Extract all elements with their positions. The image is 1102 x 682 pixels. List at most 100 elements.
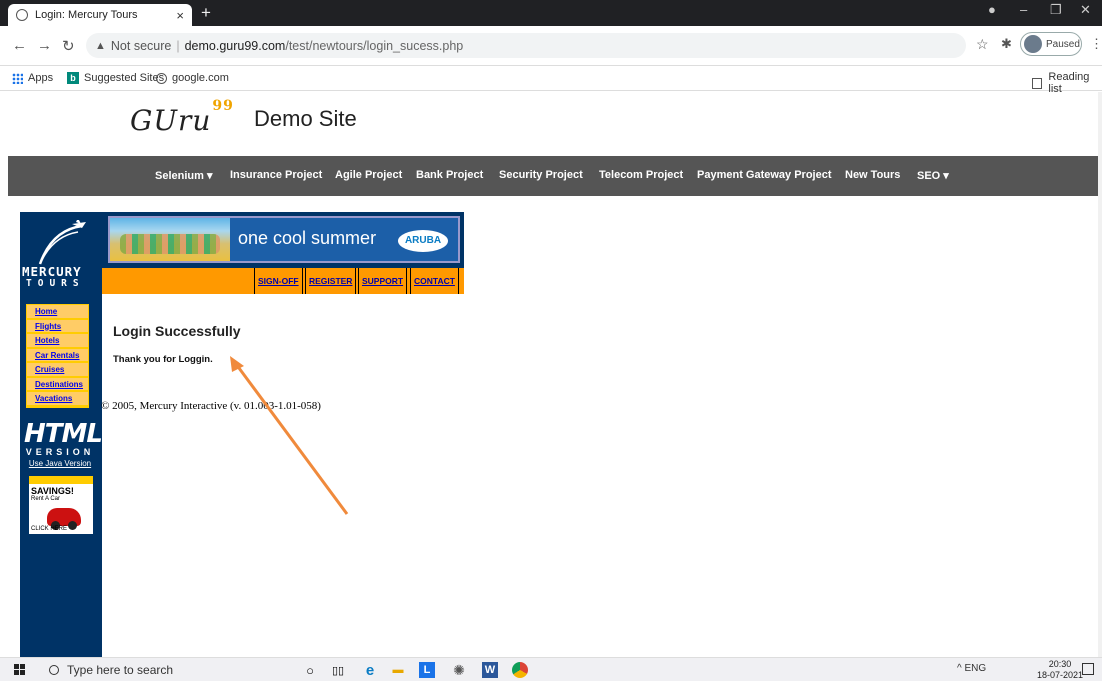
nav-agile-project[interactable]: Agile Project <box>335 169 402 181</box>
side-link-vacations[interactable]: Vacations <box>27 392 88 407</box>
tours-wordmark: TOURS <box>26 278 85 289</box>
browser-toolbar: ← → ↻ ▲ Not secure | demo.guru99.com /te… <box>0 26 1102 66</box>
minimize-icon[interactable]: – <box>1020 2 1027 17</box>
nav-telecom-project[interactable]: Telecom Project <box>599 169 683 181</box>
aruba-badge: ARUBA <box>398 230 448 252</box>
mercury-wordmark: MERCURY <box>22 264 82 279</box>
reading-list-icon <box>1032 77 1043 89</box>
chrome-icon[interactable] <box>512 662 528 678</box>
profile-label: Paused <box>1046 38 1080 50</box>
annotation-arrow-icon <box>230 356 349 515</box>
cortana-icon[interactable]: ○ <box>302 662 318 678</box>
nav-security-project[interactable]: Security Project <box>499 169 583 181</box>
html-big-text: HTML <box>24 419 103 449</box>
address-separator: | <box>176 38 180 53</box>
nav-seo[interactable]: SEO ▾ <box>917 169 949 182</box>
warning-icon: ▲ <box>95 39 106 52</box>
word-icon[interactable]: W <box>482 662 498 678</box>
profile-button[interactable]: Paused <box>1020 32 1082 56</box>
browser-tab[interactable]: Login: Mercury Tours × <box>8 4 192 26</box>
menu-kebab-icon[interactable]: ⋮ <box>1090 36 1102 52</box>
tab-close-icon[interactable]: × <box>176 8 184 23</box>
url-host: demo.guru99.com <box>184 38 286 53</box>
savings-ad[interactable]: SAVINGS! Rent A Car CLICK HERE <box>29 476 93 534</box>
url-path: /test/newtours/login_sucess.php <box>285 38 464 53</box>
beach-photo <box>110 218 230 261</box>
side-link-car-rentals[interactable]: Car Rentals <box>27 348 88 363</box>
task-view-icon[interactable]: ▯▯ <box>330 662 346 678</box>
promo-banner[interactable]: one cool summer ARUBA <box>102 212 464 268</box>
bookmark-label: Apps <box>28 72 54 84</box>
link-support[interactable]: SUPPORT <box>358 268 408 294</box>
edge-icon[interactable]: e <box>362 662 378 679</box>
logo-text: GUru <box>130 104 212 137</box>
bookmark-apps[interactable]: Apps <box>12 72 53 84</box>
version-text: VERSION <box>25 447 95 457</box>
globe-icon <box>156 72 167 84</box>
app-gear-icon[interactable]: ✺ <box>451 662 467 678</box>
taskbar-search-placeholder: Type here to search <box>67 663 174 677</box>
success-message: Thank you for Loggin. <box>113 354 213 365</box>
tab-title: Login: Mercury Tours <box>35 9 138 21</box>
nav-payment-gateway-project[interactable]: Payment Gateway Project <box>697 169 832 181</box>
system-tray[interactable]: ^ ENG <box>957 663 986 674</box>
mercury-left-column: MERCURY TOURS Home Flights Hotels Car Re… <box>20 212 103 657</box>
extensions-puzzle-icon[interactable]: ✱ <box>1001 36 1012 52</box>
address-bar[interactable]: ▲ Not secure | demo.guru99.com /test/new… <box>86 33 966 58</box>
bookmark-label: google.com <box>172 72 229 84</box>
banner-text: one cool summer <box>238 228 377 248</box>
html-version-badge: HTML VERSION Use Java Version <box>24 419 103 468</box>
nav-insurance-project[interactable]: Insurance Project <box>230 169 322 181</box>
security-label: Not secure <box>110 38 172 53</box>
search-icon <box>49 665 59 675</box>
mercury-tours-logo[interactable]: MERCURY TOURS <box>20 212 102 296</box>
file-explorer-icon[interactable]: ▬ <box>390 662 406 678</box>
guru99-logo[interactable]: GUru99 <box>130 98 234 137</box>
page-title: Login Successfully <box>113 323 241 339</box>
new-tab-button[interactable]: + <box>201 3 211 23</box>
notification-icon[interactable] <box>1082 663 1094 675</box>
apps-grid-icon <box>12 72 23 84</box>
taskbar-clock[interactable]: 20:30 18-07-2021 <box>1037 659 1083 681</box>
side-link-destinations[interactable]: Destinations <box>27 377 88 392</box>
restore-icon[interactable]: ❐ <box>1050 2 1062 18</box>
bookmark-google[interactable]: google.com <box>156 72 229 84</box>
link-sign-off[interactable]: SIGN-OFF <box>254 268 303 294</box>
side-link-hotels[interactable]: Hotels <box>27 334 88 349</box>
page-viewport: GUru99 Demo Site Selenium ▾ Insurance Pr… <box>0 92 1098 657</box>
record-indicator-icon: ● <box>988 2 996 17</box>
bing-icon: b <box>67 72 79 84</box>
link-register[interactable]: REGISTER <box>305 268 357 294</box>
nav-bank-project[interactable]: Bank Project <box>416 169 483 181</box>
back-icon[interactable]: ← <box>12 37 27 54</box>
window-close-icon[interactable]: ✕ <box>1080 2 1091 18</box>
side-link-flights[interactable]: Flights <box>27 319 88 334</box>
reload-icon[interactable]: ↻ <box>62 37 75 55</box>
taskbar-search[interactable]: Type here to search <box>40 658 270 682</box>
forward-icon[interactable]: → <box>37 37 52 54</box>
use-java-version-link[interactable]: Use Java Version <box>24 459 96 468</box>
site-title: Demo Site <box>254 106 357 131</box>
browser-titlebar: Login: Mercury Tours × + ● – ❐ ✕ <box>0 0 1102 26</box>
banner-inner: one cool summer ARUBA <box>108 216 460 263</box>
side-link-cruises[interactable]: Cruises <box>27 363 88 378</box>
bookmarks-bar: Apps b Suggested Sites google.com Readin… <box>0 66 1102 95</box>
clock-time: 20:30 <box>1048 659 1072 669</box>
app-l-icon[interactable]: L <box>419 662 435 678</box>
click-here-label: CLICK HERE <box>31 526 68 532</box>
savings-subtitle: Rent A Car <box>31 496 61 502</box>
link-contact[interactable]: CONTACT <box>410 268 459 294</box>
bookmark-label: Suggested Sites <box>84 72 165 84</box>
windows-taskbar: Type here to search ○ ▯▯ e ▬ L ✺ W ^ ENG… <box>0 657 1102 681</box>
windows-start-icon[interactable] <box>14 664 26 676</box>
mercury-top-links: SIGN-OFF REGISTER SUPPORT CONTACT <box>102 268 464 294</box>
clock-date: 18-07-2021 <box>1037 670 1084 680</box>
side-link-home[interactable]: Home <box>27 305 88 320</box>
page-scrollbar[interactable] <box>1098 92 1102 657</box>
nav-new-tours[interactable]: New Tours <box>845 169 900 181</box>
car-icon <box>47 508 81 530</box>
nav-selenium[interactable]: Selenium ▾ <box>155 169 212 182</box>
bookmark-suggested-sites[interactable]: b Suggested Sites <box>67 72 164 84</box>
bookmark-star-icon[interactable]: ☆ <box>976 36 989 53</box>
savings-title: SAVINGS! <box>31 486 74 496</box>
